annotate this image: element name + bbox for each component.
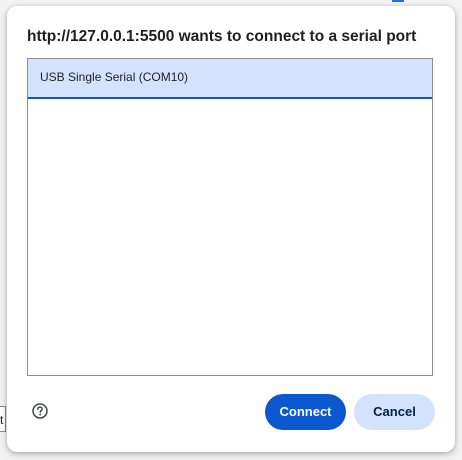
cancel-button[interactable]: Cancel <box>354 394 435 430</box>
device-list-item[interactable]: USB Single Serial (COM10) <box>28 59 432 99</box>
serial-port-chooser-dialog: http://127.0.0.1:5500 wants to connect t… <box>7 6 455 452</box>
device-list[interactable]: USB Single Serial (COM10) <box>27 58 433 376</box>
background-accent <box>392 0 404 2</box>
help-circle-icon[interactable] <box>32 403 48 419</box>
connect-button[interactable]: Connect <box>265 394 346 430</box>
device-label: USB Single Serial (COM10) <box>40 70 189 84</box>
dialog-title: http://127.0.0.1:5500 wants to connect t… <box>27 28 417 45</box>
background-text-fragment: t <box>0 406 6 432</box>
